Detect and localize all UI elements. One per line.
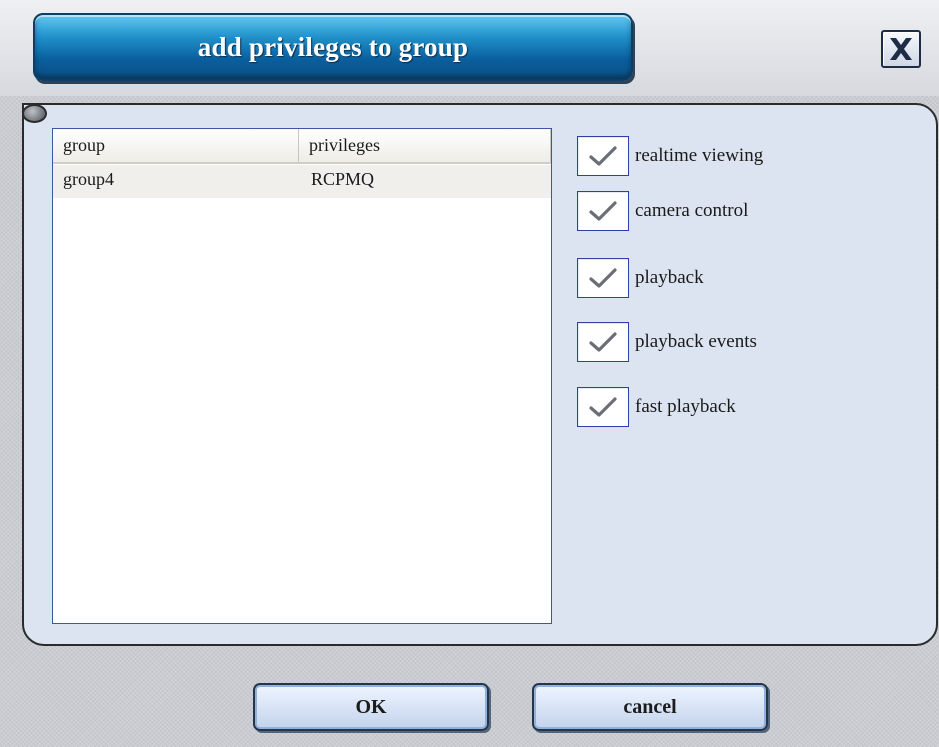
ok-button[interactable]: OK bbox=[253, 683, 489, 731]
checkmark-icon bbox=[589, 332, 617, 352]
list-header: group privileges bbox=[53, 129, 551, 164]
label-playback-events: playback events bbox=[635, 331, 757, 352]
option-playback[interactable]: playback bbox=[577, 258, 704, 298]
column-header-privileges[interactable]: privileges bbox=[299, 129, 551, 162]
title-bar: add privileges to group bbox=[0, 0, 939, 96]
checkmark-icon bbox=[589, 268, 617, 288]
close-icon bbox=[890, 38, 912, 60]
column-header-group[interactable]: group bbox=[53, 129, 299, 162]
label-fast-playback: fast playback bbox=[635, 396, 736, 417]
label-realtime-viewing: realtime viewing bbox=[635, 145, 764, 166]
checkbox-camera-control[interactable] bbox=[577, 191, 629, 231]
option-playback-events[interactable]: playback events bbox=[577, 322, 757, 362]
title-banner: add privileges to group bbox=[33, 13, 633, 81]
dialog-title: add privileges to group bbox=[197, 31, 469, 62]
checkmark-icon bbox=[589, 201, 617, 221]
label-playback: playback bbox=[635, 267, 704, 288]
cell-group: group4 bbox=[63, 169, 114, 189]
list-row[interactable]: group4 RCPMQ bbox=[53, 165, 551, 198]
checkbox-realtime-viewing[interactable] bbox=[577, 136, 629, 176]
cell-privileges: RCPMQ bbox=[311, 169, 375, 189]
option-camera-control[interactable]: camera control bbox=[577, 191, 748, 231]
group-list[interactable]: group privileges group4 RCPMQ bbox=[52, 128, 552, 624]
checkbox-playback-events[interactable] bbox=[577, 322, 629, 362]
option-realtime-viewing[interactable]: realtime viewing bbox=[577, 136, 763, 176]
close-button[interactable] bbox=[881, 30, 921, 68]
panel-knob-icon bbox=[22, 104, 47, 123]
option-fast-playback[interactable]: fast playback bbox=[577, 387, 736, 427]
checkmark-icon bbox=[589, 146, 617, 166]
checkbox-playback[interactable] bbox=[577, 258, 629, 298]
checkbox-fast-playback[interactable] bbox=[577, 387, 629, 427]
cancel-button[interactable]: cancel bbox=[532, 683, 768, 731]
checkmark-icon bbox=[589, 397, 617, 417]
label-camera-control: camera control bbox=[635, 200, 749, 221]
